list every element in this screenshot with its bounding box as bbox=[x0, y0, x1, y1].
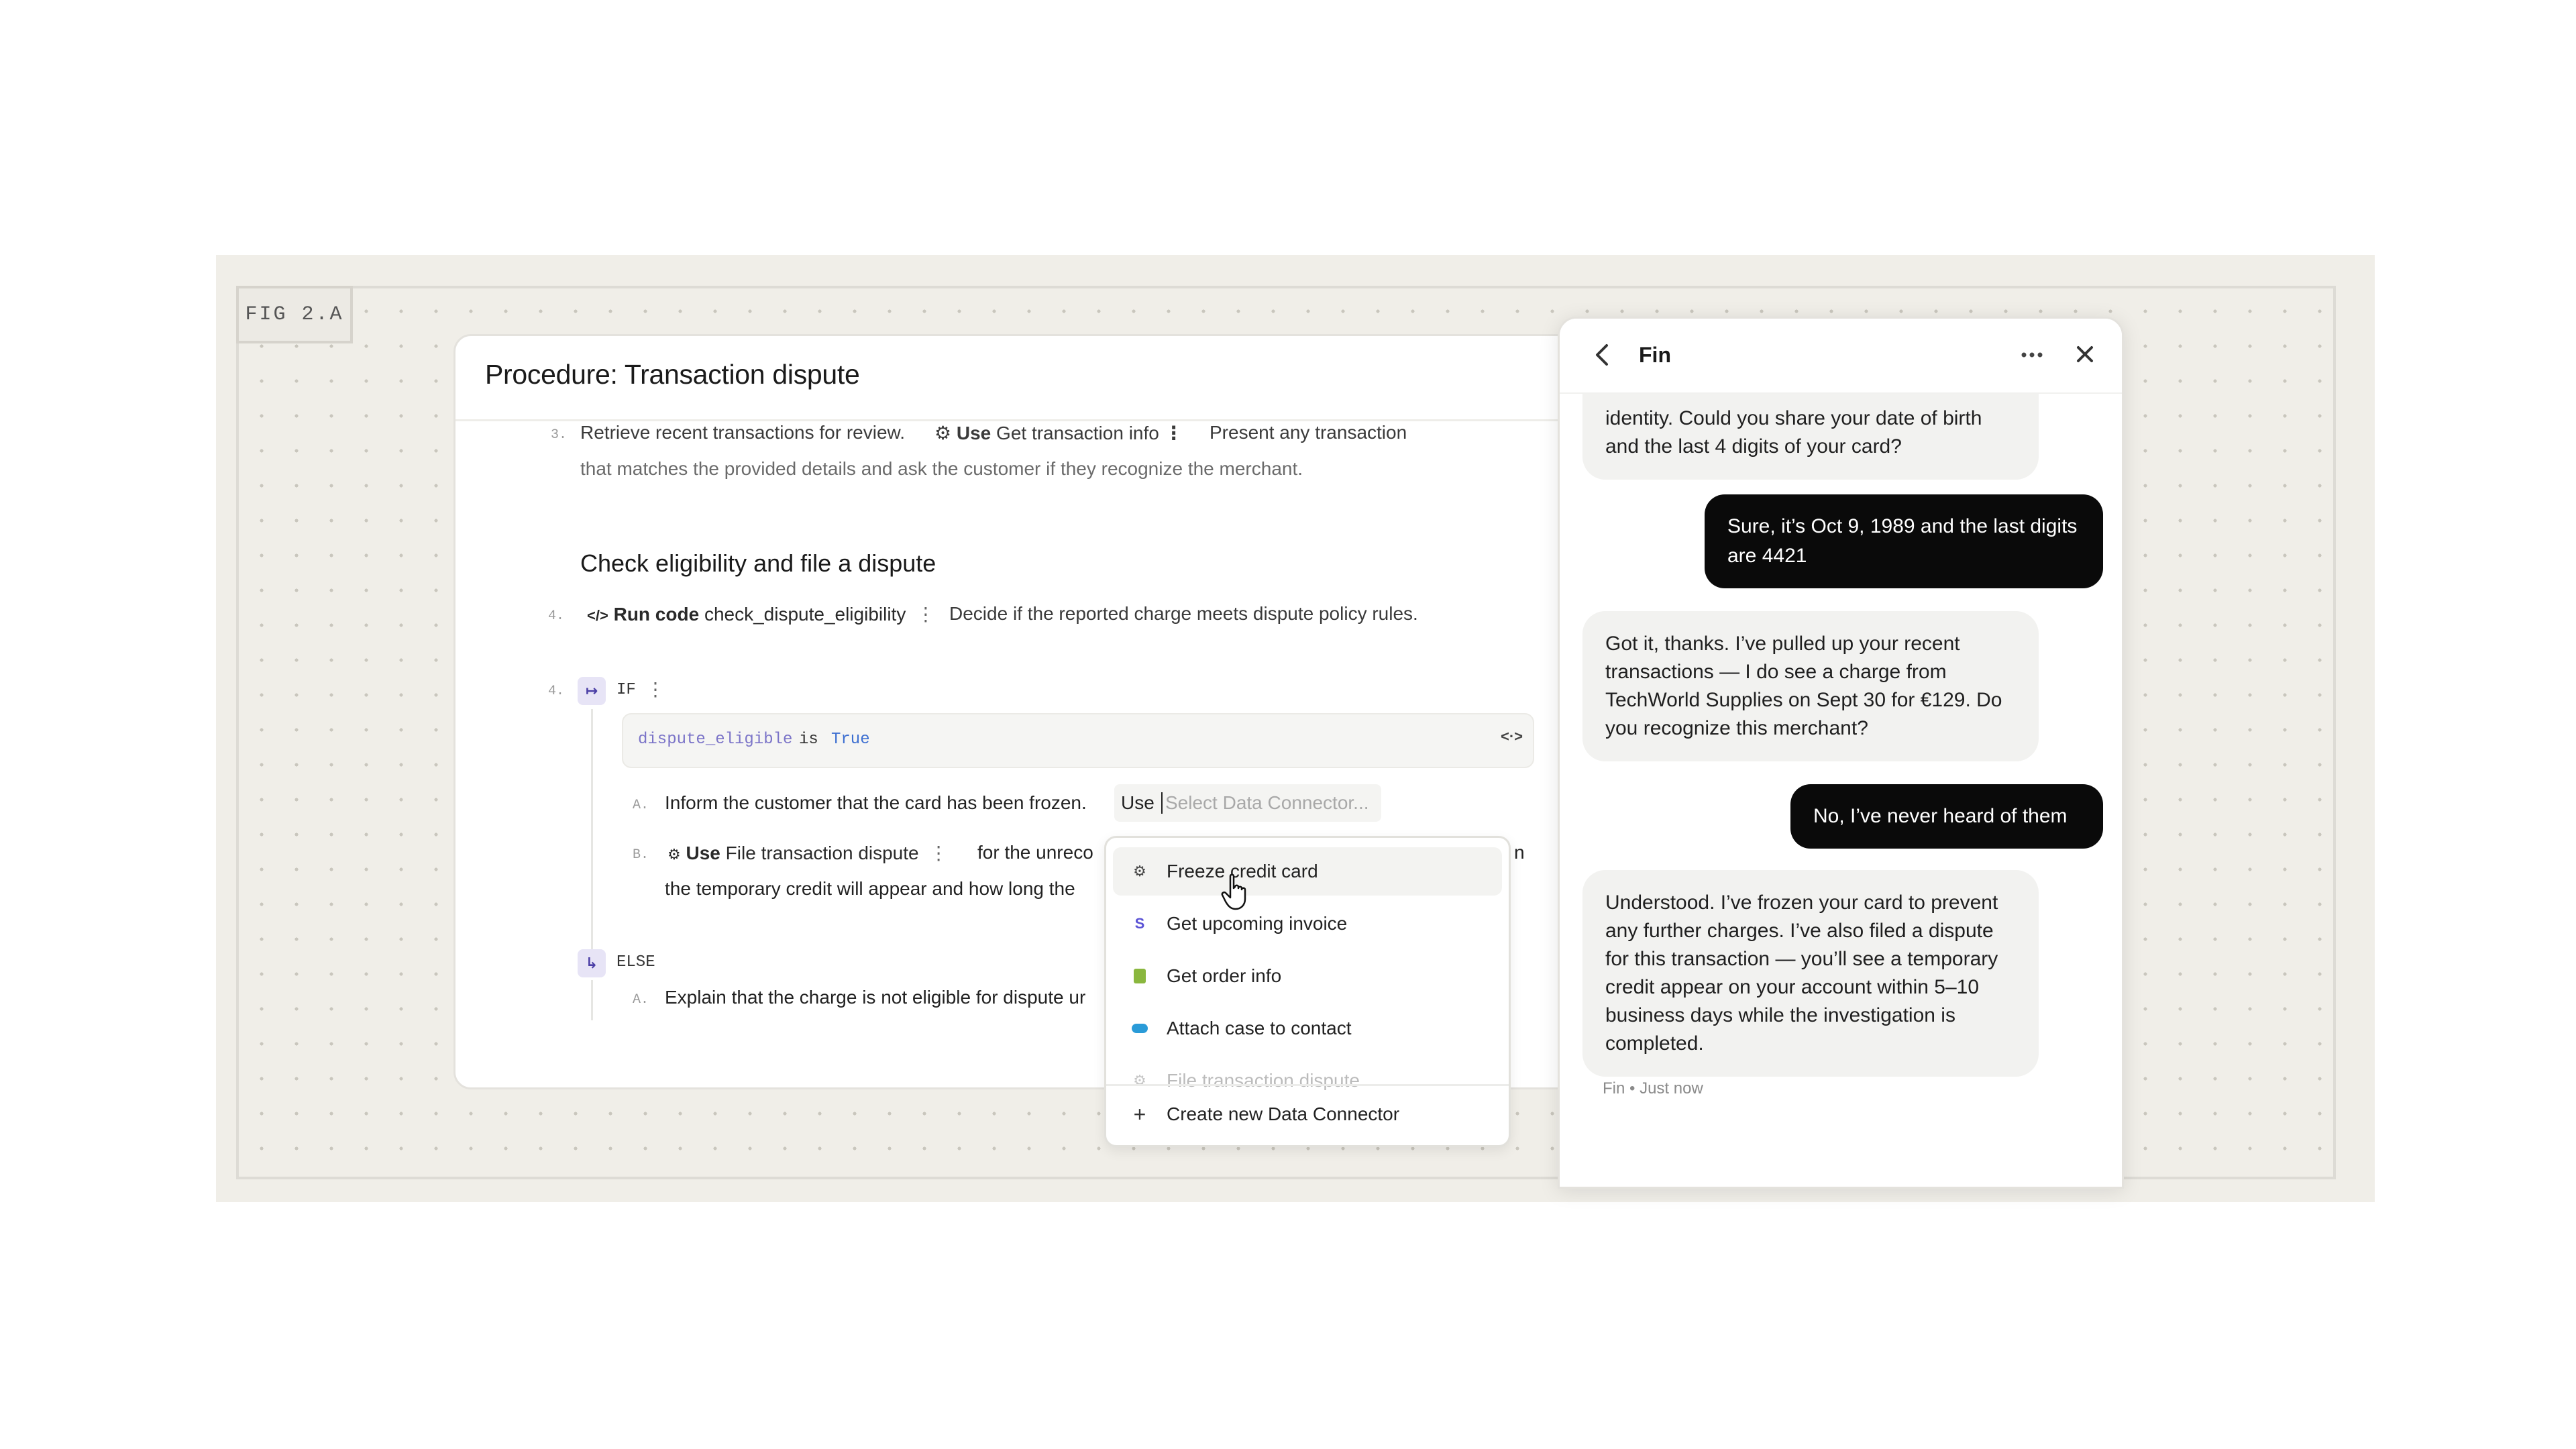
page-title: Procedure: Transaction dispute bbox=[485, 359, 860, 390]
connector-icon: ⚙ bbox=[1133, 1072, 1146, 1089]
dropdown-item-label: Attach case to contact bbox=[1167, 1018, 1352, 1038]
create-data-connector-label: Create new Data Connector bbox=[1167, 1104, 1400, 1124]
use-connector-chip[interactable]: ⚙ Use File transaction dispute ⋮ bbox=[667, 842, 948, 864]
condition-variable: dispute_eligible bbox=[638, 731, 793, 749]
branch-line bbox=[591, 980, 593, 1020]
step-number: 4. bbox=[548, 608, 565, 624]
dropdown-item-label: Get order info bbox=[1167, 965, 1282, 986]
if-branch-icon[interactable]: ↦ bbox=[578, 677, 606, 705]
section-title: Check eligibility and file a dispute bbox=[580, 549, 936, 577]
sub-step-text: Explain that the charge is not eligible … bbox=[665, 987, 1086, 1008]
if-label: IF bbox=[616, 681, 636, 699]
shopify-icon bbox=[1130, 967, 1149, 985]
condition-box[interactable]: dispute_eligible is True <·> bbox=[622, 713, 1534, 768]
code-icon: </> bbox=[587, 607, 608, 624]
kebab-icon: ⋮ bbox=[924, 843, 949, 863]
connector-icon: ⚙ bbox=[1133, 863, 1146, 879]
back-icon[interactable] bbox=[1593, 343, 1612, 367]
close-icon[interactable] bbox=[2075, 344, 2095, 364]
condition-value: True bbox=[831, 731, 870, 749]
chip-bold-label: Use bbox=[686, 843, 720, 863]
user-message: Sure, it’s Oct 9, 1989 and the last digi… bbox=[1705, 494, 2103, 588]
else-branch-icon[interactable]: ↳ bbox=[578, 949, 606, 977]
more-options-icon[interactable] bbox=[2020, 351, 2044, 359]
data-connector-select[interactable]: Use Select Data Connector... bbox=[1114, 784, 1381, 822]
sub-step-text: Inform the customer that the card has be… bbox=[665, 792, 1087, 813]
chip-connector-name: File transaction dispute bbox=[725, 843, 919, 863]
else-label: ELSE bbox=[616, 953, 655, 971]
kebab-icon: ⋮ bbox=[1164, 423, 1183, 443]
step-chip[interactable]: ⚙ Use Get transaction info ⋮ bbox=[934, 422, 1183, 444]
text-caret bbox=[1161, 792, 1163, 814]
sub-step-text-line2: the temporary credit will appear and how… bbox=[665, 878, 1075, 899]
dropdown-item-attach-case-to-contact[interactable]: Attach case to contact bbox=[1113, 1004, 1502, 1053]
salesforce-icon bbox=[1130, 1019, 1149, 1038]
run-code-chip[interactable]: </> Run code check_dispute_eligibility ⋮ bbox=[587, 603, 935, 625]
step-text-end: Present any transaction bbox=[1210, 422, 1407, 443]
card-header: Procedure: Transaction dispute bbox=[455, 336, 1639, 421]
step-text: Decide if the reported charge meets disp… bbox=[949, 603, 1418, 624]
kebab-icon[interactable]: ⋮ bbox=[646, 678, 665, 700]
dropdown-divider bbox=[1106, 1084, 1509, 1086]
dropdown-item-label: Get upcoming invoice bbox=[1167, 913, 1348, 934]
sub-step-letter: A. bbox=[633, 798, 649, 813]
bot-message: Understood. I’ve frozen your card to pre… bbox=[1582, 870, 2039, 1077]
code-toggle-icon[interactable]: <·> bbox=[1501, 728, 1523, 745]
plus-icon: + bbox=[1133, 1102, 1146, 1126]
kebab-icon: ⋮ bbox=[911, 604, 935, 625]
chip-bold-label: Run code bbox=[613, 604, 700, 625]
chip-use-label: Use bbox=[956, 423, 991, 443]
stripe-icon: S bbox=[1134, 915, 1145, 932]
chat-header: Fin bbox=[1560, 319, 2122, 394]
message-meta: Fin • Just now bbox=[1603, 1079, 1703, 1097]
sub-step-text: for the unreco bbox=[977, 842, 1093, 863]
sub-step-letter: B. bbox=[633, 847, 649, 863]
dropdown-item-get-order-info[interactable]: Get order info bbox=[1113, 952, 1502, 1000]
dropdown-item-freeze-credit-card[interactable]: ⚙ Freeze credit card bbox=[1113, 847, 1502, 896]
dropdown-item-label: File transaction dispute bbox=[1167, 1070, 1360, 1091]
chip-function-name: check_dispute_eligibility bbox=[704, 604, 906, 625]
sub-step-text-tail: n bbox=[1514, 842, 1525, 863]
select-placeholder: Select Data Connector... bbox=[1165, 792, 1369, 813]
use-label: Use bbox=[1121, 792, 1155, 813]
step-text: Retrieve recent transactions for review. bbox=[580, 422, 905, 443]
sub-step-letter: A. bbox=[633, 992, 649, 1008]
user-message: No, I’ve never heard of them bbox=[1790, 784, 2103, 849]
branch-line bbox=[591, 709, 593, 977]
chat-panel: Fin identity. Could you share your date … bbox=[1558, 317, 2124, 1189]
data-connector-dropdown: ⚙ Freeze credit card S Get upcoming invo… bbox=[1104, 836, 1511, 1147]
bot-message: Got it, thanks. I’ve pulled up your rece… bbox=[1582, 611, 2039, 761]
connector-icon: ⚙ bbox=[667, 846, 681, 863]
step-number: 3. bbox=[551, 427, 568, 443]
condition-operator: is bbox=[799, 731, 818, 749]
create-data-connector-button[interactable]: + Create new Data Connector bbox=[1113, 1090, 1502, 1138]
chip-connector-name: Get transaction info bbox=[996, 423, 1159, 443]
step-number: 4. bbox=[548, 684, 565, 699]
hand-cursor-icon bbox=[1221, 873, 1246, 910]
dropdown-item-get-upcoming-invoice[interactable]: S Get upcoming invoice bbox=[1113, 900, 1502, 948]
step-text-line2: that matches the provided details and as… bbox=[580, 458, 1303, 479]
figure-label: FIG 2.A bbox=[236, 286, 353, 343]
connector-icon: ⚙ bbox=[934, 423, 952, 443]
chat-title: Fin bbox=[1639, 343, 1671, 367]
